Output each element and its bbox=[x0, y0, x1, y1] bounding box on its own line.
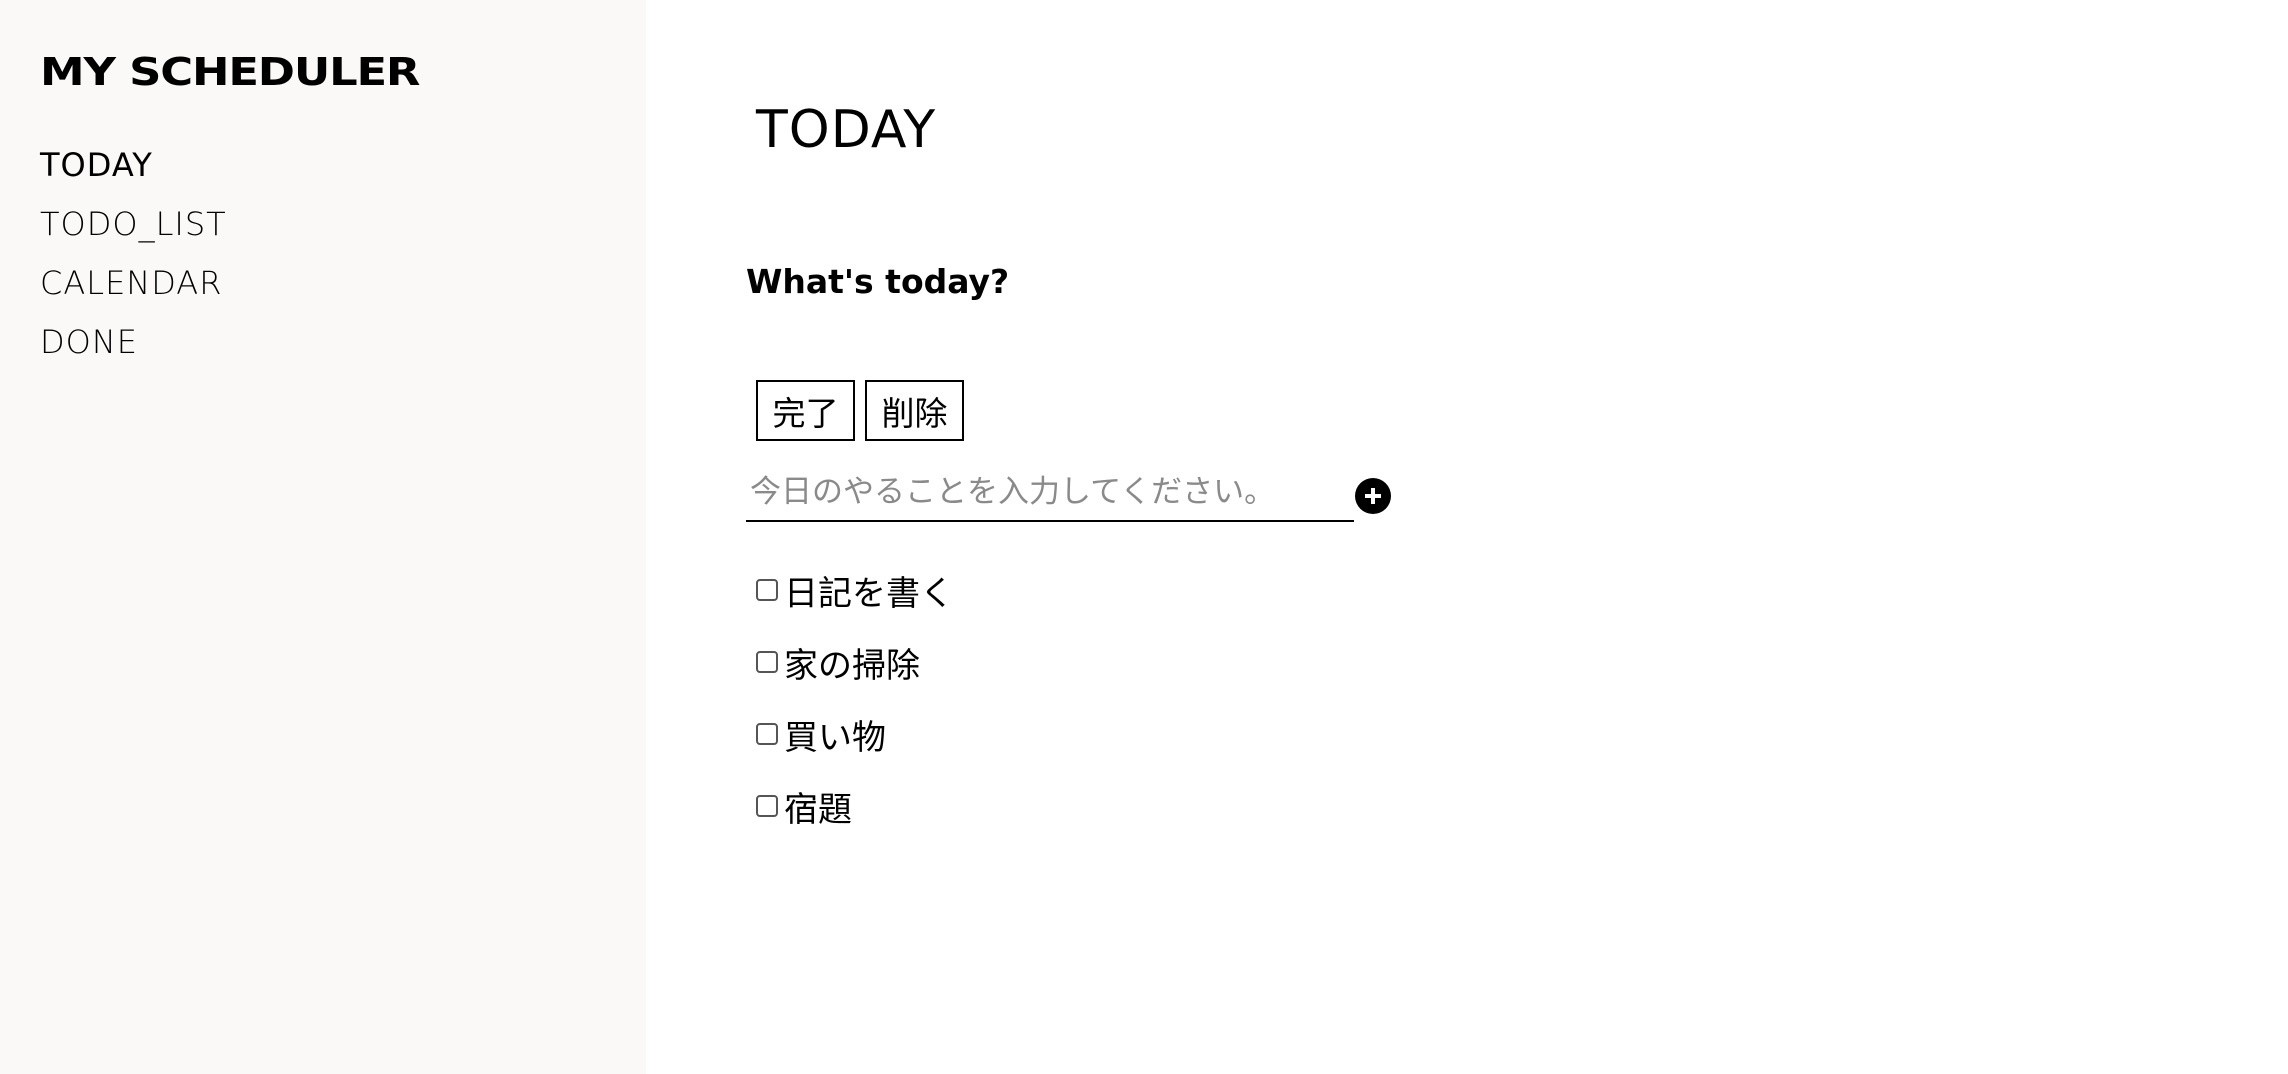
page-subtitle: What's today? bbox=[746, 262, 1010, 301]
sidebar: MY SCHEDULER TODAY TODO_LIST CALENDAR DO… bbox=[0, 0, 646, 1074]
delete-button[interactable]: 削除 bbox=[865, 380, 964, 441]
todo-item: 宿題 bbox=[756, 770, 954, 842]
plus-circle-icon[interactable] bbox=[1355, 478, 1391, 514]
todo-checkbox[interactable] bbox=[756, 651, 778, 673]
nav-item-calendar[interactable]: CALENDAR bbox=[40, 258, 227, 317]
app-logo: MY SCHEDULER bbox=[40, 50, 420, 94]
page-title: TODAY bbox=[756, 100, 937, 160]
todo-label: 家の掃除 bbox=[784, 645, 920, 686]
todo-checkbox[interactable] bbox=[756, 795, 778, 817]
todo-label: 宿題 bbox=[784, 789, 852, 830]
todo-item: 家の掃除 bbox=[756, 626, 954, 698]
nav-item-done[interactable]: DONE bbox=[40, 317, 227, 376]
app: MY SCHEDULER TODAY TODO_LIST CALENDAR DO… bbox=[0, 0, 2288, 1074]
todo-item: 日記を書く bbox=[756, 554, 954, 626]
todo-checkbox[interactable] bbox=[756, 723, 778, 745]
todo-list: 日記を書く 家の掃除 買い物 宿題 bbox=[756, 554, 954, 842]
main-content: TODAY What's today? 完了 削除 日記を書く 家の掃除 買い物 bbox=[646, 0, 2288, 1074]
action-buttons: 完了 削除 bbox=[756, 380, 964, 441]
todo-label: 買い物 bbox=[784, 717, 886, 758]
todo-label: 日記を書く bbox=[784, 573, 954, 614]
nav-item-todo-list[interactable]: TODO_LIST bbox=[40, 199, 227, 258]
sidebar-nav: TODAY TODO_LIST CALENDAR DONE bbox=[40, 140, 227, 376]
todo-checkbox[interactable] bbox=[756, 579, 778, 601]
complete-button[interactable]: 完了 bbox=[756, 380, 855, 441]
nav-item-today[interactable]: TODAY bbox=[40, 140, 227, 199]
todo-input-wrapper bbox=[746, 468, 1354, 522]
todo-item: 買い物 bbox=[756, 698, 954, 770]
todo-input[interactable] bbox=[746, 468, 1354, 516]
